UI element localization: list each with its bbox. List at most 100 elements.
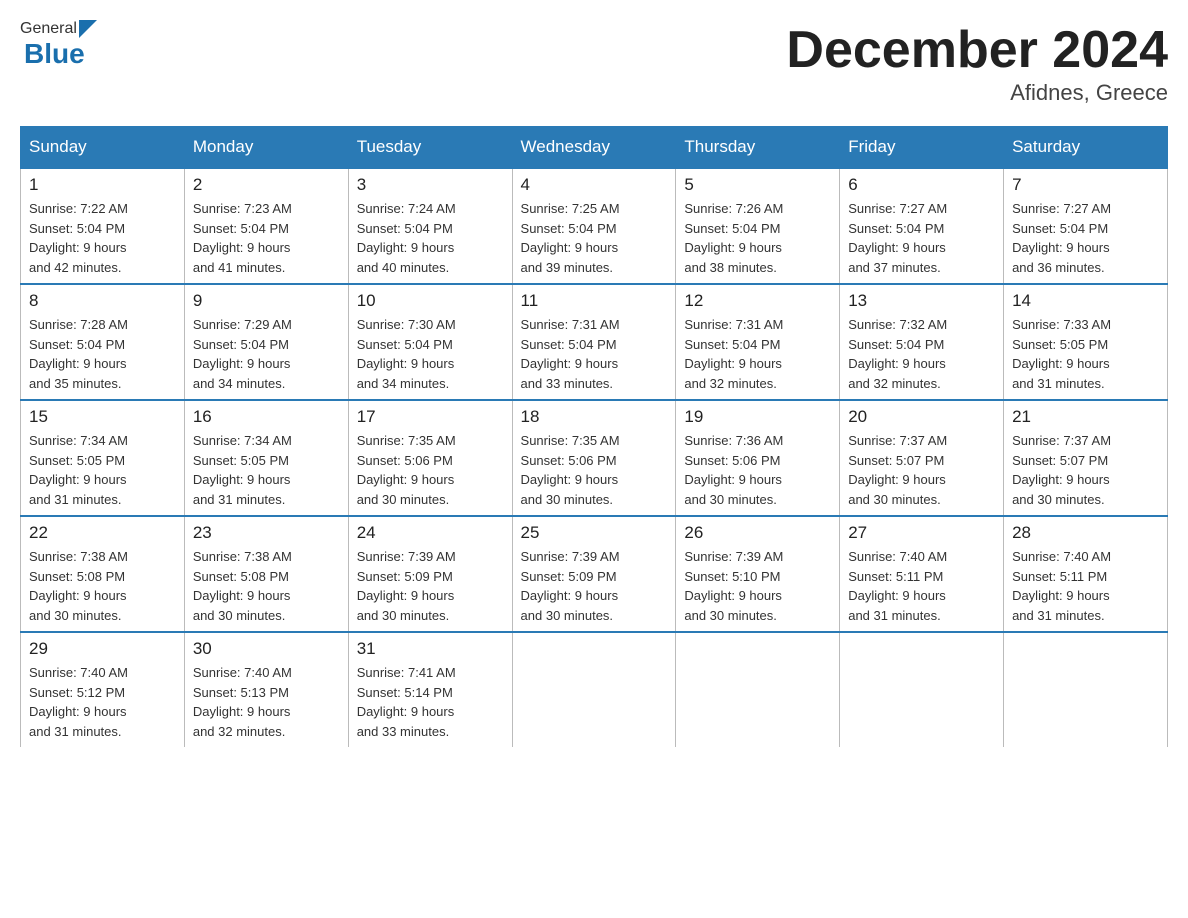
- day-number: 18: [521, 407, 668, 427]
- calendar-header-sunday: Sunday: [21, 127, 185, 169]
- calendar-header-friday: Friday: [840, 127, 1004, 169]
- calendar-cell: 8 Sunrise: 7:28 AM Sunset: 5:04 PM Dayli…: [21, 284, 185, 400]
- day-info: Sunrise: 7:40 AM Sunset: 5:12 PM Dayligh…: [29, 663, 176, 741]
- day-info: Sunrise: 7:27 AM Sunset: 5:04 PM Dayligh…: [848, 199, 995, 277]
- day-info: Sunrise: 7:39 AM Sunset: 5:09 PM Dayligh…: [521, 547, 668, 625]
- calendar-week-row: 22 Sunrise: 7:38 AM Sunset: 5:08 PM Dayl…: [21, 516, 1168, 632]
- day-info: Sunrise: 7:23 AM Sunset: 5:04 PM Dayligh…: [193, 199, 340, 277]
- day-number: 11: [521, 291, 668, 311]
- calendar-cell: 21 Sunrise: 7:37 AM Sunset: 5:07 PM Dayl…: [1004, 400, 1168, 516]
- day-number: 13: [848, 291, 995, 311]
- calendar-cell: 24 Sunrise: 7:39 AM Sunset: 5:09 PM Dayl…: [348, 516, 512, 632]
- calendar-cell: 31 Sunrise: 7:41 AM Sunset: 5:14 PM Dayl…: [348, 632, 512, 747]
- day-number: 7: [1012, 175, 1159, 195]
- day-info: Sunrise: 7:25 AM Sunset: 5:04 PM Dayligh…: [521, 199, 668, 277]
- calendar-header-row: SundayMondayTuesdayWednesdayThursdayFrid…: [21, 127, 1168, 169]
- day-info: Sunrise: 7:39 AM Sunset: 5:09 PM Dayligh…: [357, 547, 504, 625]
- day-info: Sunrise: 7:40 AM Sunset: 5:11 PM Dayligh…: [1012, 547, 1159, 625]
- calendar-cell: 10 Sunrise: 7:30 AM Sunset: 5:04 PM Dayl…: [348, 284, 512, 400]
- day-number: 23: [193, 523, 340, 543]
- day-info: Sunrise: 7:40 AM Sunset: 5:13 PM Dayligh…: [193, 663, 340, 741]
- calendar-cell: 11 Sunrise: 7:31 AM Sunset: 5:04 PM Dayl…: [512, 284, 676, 400]
- day-number: 28: [1012, 523, 1159, 543]
- day-number: 27: [848, 523, 995, 543]
- day-number: 24: [357, 523, 504, 543]
- calendar-body: 1 Sunrise: 7:22 AM Sunset: 5:04 PM Dayli…: [21, 168, 1168, 747]
- day-info: Sunrise: 7:24 AM Sunset: 5:04 PM Dayligh…: [357, 199, 504, 277]
- calendar-cell: 26 Sunrise: 7:39 AM Sunset: 5:10 PM Dayl…: [676, 516, 840, 632]
- day-info: Sunrise: 7:31 AM Sunset: 5:04 PM Dayligh…: [521, 315, 668, 393]
- logo: General Blue: [20, 20, 97, 70]
- calendar-table: SundayMondayTuesdayWednesdayThursdayFrid…: [20, 126, 1168, 747]
- calendar-cell: 17 Sunrise: 7:35 AM Sunset: 5:06 PM Dayl…: [348, 400, 512, 516]
- page-header: General Blue December 2024 Afidnes, Gree…: [20, 20, 1168, 106]
- calendar-cell: 25 Sunrise: 7:39 AM Sunset: 5:09 PM Dayl…: [512, 516, 676, 632]
- day-number: 16: [193, 407, 340, 427]
- calendar-cell: 20 Sunrise: 7:37 AM Sunset: 5:07 PM Dayl…: [840, 400, 1004, 516]
- calendar-cell: 14 Sunrise: 7:33 AM Sunset: 5:05 PM Dayl…: [1004, 284, 1168, 400]
- calendar-cell: 1 Sunrise: 7:22 AM Sunset: 5:04 PM Dayli…: [21, 168, 185, 284]
- calendar-cell: [512, 632, 676, 747]
- logo-arrow-icon: [79, 20, 97, 38]
- day-number: 21: [1012, 407, 1159, 427]
- day-number: 12: [684, 291, 831, 311]
- calendar-cell: [676, 632, 840, 747]
- calendar-cell: 22 Sunrise: 7:38 AM Sunset: 5:08 PM Dayl…: [21, 516, 185, 632]
- calendar-header-monday: Monday: [184, 127, 348, 169]
- calendar-cell: 27 Sunrise: 7:40 AM Sunset: 5:11 PM Dayl…: [840, 516, 1004, 632]
- day-info: Sunrise: 7:35 AM Sunset: 5:06 PM Dayligh…: [521, 431, 668, 509]
- calendar-cell: 6 Sunrise: 7:27 AM Sunset: 5:04 PM Dayli…: [840, 168, 1004, 284]
- calendar-week-row: 1 Sunrise: 7:22 AM Sunset: 5:04 PM Dayli…: [21, 168, 1168, 284]
- day-number: 14: [1012, 291, 1159, 311]
- day-number: 29: [29, 639, 176, 659]
- day-number: 10: [357, 291, 504, 311]
- calendar-cell: 9 Sunrise: 7:29 AM Sunset: 5:04 PM Dayli…: [184, 284, 348, 400]
- month-title: December 2024: [786, 20, 1168, 80]
- day-number: 5: [684, 175, 831, 195]
- calendar-week-row: 29 Sunrise: 7:40 AM Sunset: 5:12 PM Dayl…: [21, 632, 1168, 747]
- day-number: 31: [357, 639, 504, 659]
- day-info: Sunrise: 7:38 AM Sunset: 5:08 PM Dayligh…: [29, 547, 176, 625]
- calendar-cell: 23 Sunrise: 7:38 AM Sunset: 5:08 PM Dayl…: [184, 516, 348, 632]
- day-number: 25: [521, 523, 668, 543]
- day-number: 8: [29, 291, 176, 311]
- day-number: 19: [684, 407, 831, 427]
- calendar-cell: 29 Sunrise: 7:40 AM Sunset: 5:12 PM Dayl…: [21, 632, 185, 747]
- calendar-cell: 12 Sunrise: 7:31 AM Sunset: 5:04 PM Dayl…: [676, 284, 840, 400]
- day-info: Sunrise: 7:35 AM Sunset: 5:06 PM Dayligh…: [357, 431, 504, 509]
- day-info: Sunrise: 7:34 AM Sunset: 5:05 PM Dayligh…: [193, 431, 340, 509]
- day-info: Sunrise: 7:33 AM Sunset: 5:05 PM Dayligh…: [1012, 315, 1159, 393]
- day-number: 6: [848, 175, 995, 195]
- calendar-cell: 2 Sunrise: 7:23 AM Sunset: 5:04 PM Dayli…: [184, 168, 348, 284]
- calendar-cell: 5 Sunrise: 7:26 AM Sunset: 5:04 PM Dayli…: [676, 168, 840, 284]
- day-number: 26: [684, 523, 831, 543]
- calendar-cell: 19 Sunrise: 7:36 AM Sunset: 5:06 PM Dayl…: [676, 400, 840, 516]
- logo-general-text: General: [20, 20, 77, 38]
- calendar-cell: [1004, 632, 1168, 747]
- day-info: Sunrise: 7:28 AM Sunset: 5:04 PM Dayligh…: [29, 315, 176, 393]
- day-info: Sunrise: 7:39 AM Sunset: 5:10 PM Dayligh…: [684, 547, 831, 625]
- day-number: 4: [521, 175, 668, 195]
- calendar-week-row: 15 Sunrise: 7:34 AM Sunset: 5:05 PM Dayl…: [21, 400, 1168, 516]
- calendar-header-wednesday: Wednesday: [512, 127, 676, 169]
- day-info: Sunrise: 7:32 AM Sunset: 5:04 PM Dayligh…: [848, 315, 995, 393]
- title-block: December 2024 Afidnes, Greece: [786, 20, 1168, 106]
- logo-blue-text: Blue: [24, 38, 85, 70]
- calendar-cell: 3 Sunrise: 7:24 AM Sunset: 5:04 PM Dayli…: [348, 168, 512, 284]
- calendar-cell: 13 Sunrise: 7:32 AM Sunset: 5:04 PM Dayl…: [840, 284, 1004, 400]
- day-number: 22: [29, 523, 176, 543]
- day-number: 20: [848, 407, 995, 427]
- day-number: 2: [193, 175, 340, 195]
- day-info: Sunrise: 7:31 AM Sunset: 5:04 PM Dayligh…: [684, 315, 831, 393]
- calendar-header-thursday: Thursday: [676, 127, 840, 169]
- calendar-cell: 30 Sunrise: 7:40 AM Sunset: 5:13 PM Dayl…: [184, 632, 348, 747]
- day-number: 15: [29, 407, 176, 427]
- calendar-cell: 18 Sunrise: 7:35 AM Sunset: 5:06 PM Dayl…: [512, 400, 676, 516]
- day-info: Sunrise: 7:41 AM Sunset: 5:14 PM Dayligh…: [357, 663, 504, 741]
- day-info: Sunrise: 7:30 AM Sunset: 5:04 PM Dayligh…: [357, 315, 504, 393]
- day-number: 1: [29, 175, 176, 195]
- calendar-cell: 7 Sunrise: 7:27 AM Sunset: 5:04 PM Dayli…: [1004, 168, 1168, 284]
- day-info: Sunrise: 7:40 AM Sunset: 5:11 PM Dayligh…: [848, 547, 995, 625]
- calendar-cell: 28 Sunrise: 7:40 AM Sunset: 5:11 PM Dayl…: [1004, 516, 1168, 632]
- day-info: Sunrise: 7:27 AM Sunset: 5:04 PM Dayligh…: [1012, 199, 1159, 277]
